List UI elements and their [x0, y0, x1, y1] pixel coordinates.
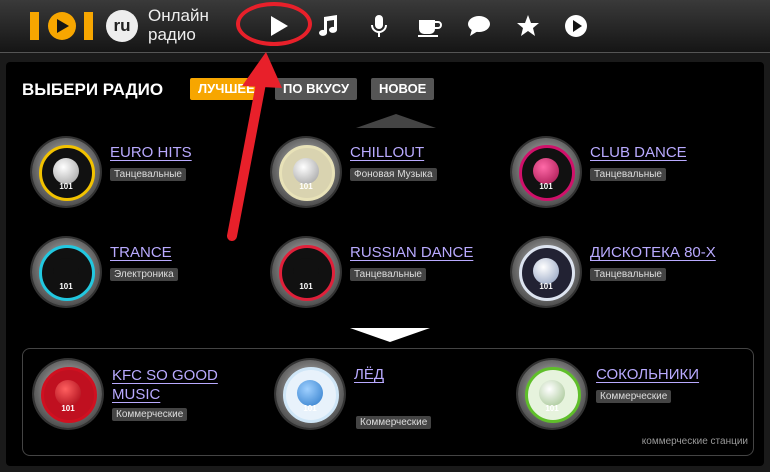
station-disc-icon[interactable]: 101 — [272, 138, 340, 206]
station-item[interactable]: 101 CHILLOUT Фоновая Музыка — [272, 138, 502, 218]
station-genre-badge: Танцевальные — [110, 168, 186, 181]
station-item[interactable]: 101 ДИСКОТЕКА 80-Х Танцевальные — [512, 238, 742, 318]
station-item[interactable]: 101 KFC SO GOOD MUSIC Коммерческие — [34, 360, 264, 440]
station-name[interactable]: ЛЁД — [354, 366, 384, 383]
tab-by-taste[interactable]: ПО ВКУСУ — [275, 78, 358, 100]
tab-best[interactable]: ЛУЧШЕЕ — [190, 78, 263, 100]
station-genre-badge: Фоновая Музыка — [350, 168, 437, 181]
station-name[interactable]: RUSSIAN DANCE — [350, 244, 473, 261]
station-disc-icon[interactable]: 101 — [32, 238, 100, 306]
station-disc-icon[interactable]: 101 — [512, 138, 580, 206]
tab-new[interactable]: НОВОЕ — [371, 78, 435, 100]
station-genre-badge: Коммерческие — [112, 408, 188, 421]
online-line1: Онлайн — [148, 6, 209, 25]
scroll-down-arrow[interactable] — [350, 328, 430, 342]
logo-101-icon — [30, 12, 93, 40]
station-disc-icon[interactable]: 101 — [276, 360, 344, 428]
station-genre-badge: Коммерческие — [596, 390, 672, 403]
section-heading: ВЫБЕРИ РАДИО — [22, 80, 164, 99]
site-logo[interactable] — [28, 8, 98, 53]
online-radio-label: Онлайн радио — [148, 6, 209, 44]
star-icon[interactable] — [515, 13, 541, 39]
commercial-stations-label: коммерческие станции — [641, 436, 748, 447]
top-bar: ru Онлайн радио — [0, 0, 770, 53]
scroll-up-arrow[interactable] — [356, 114, 436, 128]
station-genre-badge: Танцевальные — [350, 268, 426, 281]
station-disc-icon[interactable]: 101 — [518, 360, 586, 428]
station-genre-badge: Танцевальные — [590, 268, 666, 281]
station-name[interactable]: CHILLOUT — [350, 144, 424, 161]
station-genre-badge: Коммерческие — [356, 416, 432, 429]
station-name[interactable]: CLUB DANCE — [590, 144, 687, 161]
station-genre-badge: Танцевальные — [590, 168, 666, 181]
station-disc-icon[interactable]: 101 — [272, 238, 340, 306]
station-disc-icon[interactable]: 101 — [32, 138, 100, 206]
station-disc-icon[interactable]: 101 — [512, 238, 580, 306]
station-name[interactable]: СОКОЛЬНИКИ — [596, 366, 699, 383]
chat-bubble-icon[interactable] — [466, 13, 492, 39]
online-line2: радио — [148, 25, 196, 44]
station-item[interactable]: 101 RUSSIAN DANCE Танцевальные — [272, 238, 502, 318]
play-circle-icon[interactable] — [563, 13, 589, 39]
station-name[interactable]: ДИСКОТЕКА 80-Х — [590, 244, 716, 261]
station-item[interactable]: 101 CLUB DANCE Танцевальные — [512, 138, 742, 218]
station-genre-badge: Электроника — [110, 268, 178, 281]
annotation-circle — [236, 2, 312, 46]
station-item[interactable]: 101 ЛЁД Коммерческие — [276, 360, 506, 440]
station-item[interactable]: 101 СОКОЛЬНИКИ Коммерческие — [518, 360, 748, 440]
station-name[interactable]: EURO HITS — [110, 144, 192, 161]
station-item[interactable]: 101 EURO HITS Танцевальные — [32, 138, 262, 218]
microphone-icon[interactable] — [366, 13, 392, 39]
station-disc-icon[interactable]: 101 — [34, 360, 102, 428]
music-note-icon[interactable] — [315, 13, 341, 39]
coffee-cup-icon[interactable] — [416, 13, 442, 39]
station-name[interactable]: TRANCE — [110, 244, 172, 261]
ru-badge[interactable]: ru — [106, 10, 138, 42]
station-name[interactable]: KFC SO GOOD MUSIC — [112, 366, 218, 404]
station-item[interactable]: 101 TRANCE Электроника — [32, 238, 262, 318]
